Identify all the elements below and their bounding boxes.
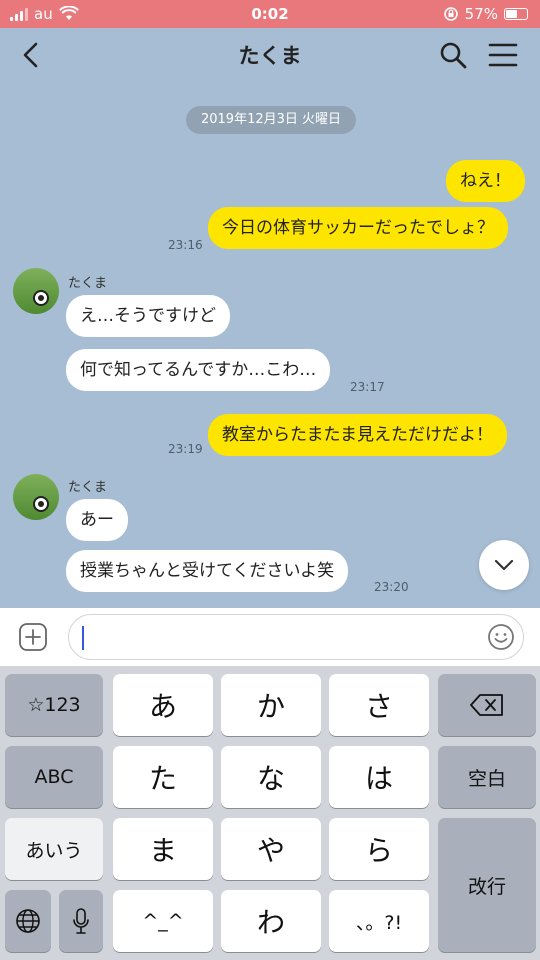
text-caret bbox=[82, 626, 84, 650]
scroll-to-bottom-button[interactable] bbox=[479, 540, 529, 590]
my-message-bubble[interactable]: 教室からたまたま見えただけだよ！ bbox=[208, 414, 507, 456]
key-numbers[interactable]: ☆123 bbox=[5, 674, 103, 736]
key-punctuation[interactable]: 、。?! bbox=[329, 890, 429, 952]
their-message-bubble[interactable]: え…そうですけど bbox=[66, 295, 230, 337]
sender-name: たくま bbox=[68, 276, 108, 291]
key-a[interactable]: あ bbox=[113, 674, 213, 736]
key-ka[interactable]: か bbox=[221, 674, 321, 736]
key-wa[interactable]: わ bbox=[221, 890, 321, 952]
plus-icon[interactable] bbox=[18, 622, 48, 652]
key-space[interactable]: 空白 bbox=[438, 746, 536, 808]
search-icon[interactable] bbox=[438, 40, 468, 70]
chat-header: たくま bbox=[0, 28, 540, 84]
key-ra[interactable]: ら bbox=[329, 818, 429, 880]
microphone-icon bbox=[73, 908, 89, 934]
key-ta[interactable]: た bbox=[113, 746, 213, 808]
avatar[interactable] bbox=[13, 474, 59, 520]
key-ya[interactable]: や bbox=[221, 818, 321, 880]
message-input-bar bbox=[0, 608, 540, 666]
message-timestamp: 23:16 bbox=[168, 238, 203, 252]
chat-area[interactable]: 2019年12月3日 火曜日 ねえ！ 今日の体育サッカーだったでしょ？ 23:1… bbox=[0, 84, 540, 608]
key-dictation[interactable] bbox=[59, 890, 103, 952]
sender-name: たくま bbox=[68, 480, 108, 495]
rotation-lock-icon bbox=[443, 7, 458, 21]
avatar[interactable] bbox=[13, 268, 59, 314]
key-sa[interactable]: さ bbox=[329, 674, 429, 736]
japanese-keyboard: ☆123 あ か さ ABC た な は 空白 あいう ま や ら 改行 ^_^… bbox=[0, 666, 540, 960]
key-globe[interactable] bbox=[5, 890, 51, 952]
their-message-bubble[interactable]: 授業ちゃんと受けてくださいよ笑 bbox=[66, 550, 349, 592]
key-return[interactable]: 改行 bbox=[438, 818, 536, 952]
message-input[interactable] bbox=[68, 614, 524, 660]
key-na[interactable]: な bbox=[221, 746, 321, 808]
battery-icon bbox=[504, 8, 528, 20]
message-timestamp: 23:17 bbox=[350, 380, 385, 394]
status-bar: au 0:02 57% bbox=[0, 0, 540, 28]
message-timestamp: 23:19 bbox=[168, 442, 203, 456]
key-ha[interactable]: は bbox=[329, 746, 429, 808]
key-kaomoji[interactable]: ^_^ bbox=[113, 890, 213, 952]
their-message-bubble[interactable]: あー bbox=[66, 499, 128, 541]
key-delete[interactable] bbox=[438, 674, 536, 736]
key-abc[interactable]: ABC bbox=[5, 746, 103, 808]
my-message-bubble[interactable]: ねえ！ bbox=[446, 160, 525, 202]
hamburger-menu-icon[interactable] bbox=[488, 42, 518, 68]
delete-backspace-icon bbox=[470, 694, 503, 716]
message-timestamp: 23:20 bbox=[374, 580, 409, 594]
my-message-bubble[interactable]: 今日の体育サッカーだったでしょ？ bbox=[208, 207, 508, 249]
battery-percent: 57% bbox=[464, 5, 498, 23]
smiley-icon[interactable] bbox=[486, 622, 516, 652]
key-kana-mode[interactable]: あいう bbox=[5, 818, 103, 880]
their-message-bubble[interactable]: 何で知ってるんですか…こわ… bbox=[66, 349, 331, 391]
date-chip: 2019年12月3日 火曜日 bbox=[186, 106, 356, 134]
globe-icon bbox=[16, 909, 40, 933]
key-ma[interactable]: ま bbox=[113, 818, 213, 880]
chevron-down-icon bbox=[494, 559, 514, 571]
